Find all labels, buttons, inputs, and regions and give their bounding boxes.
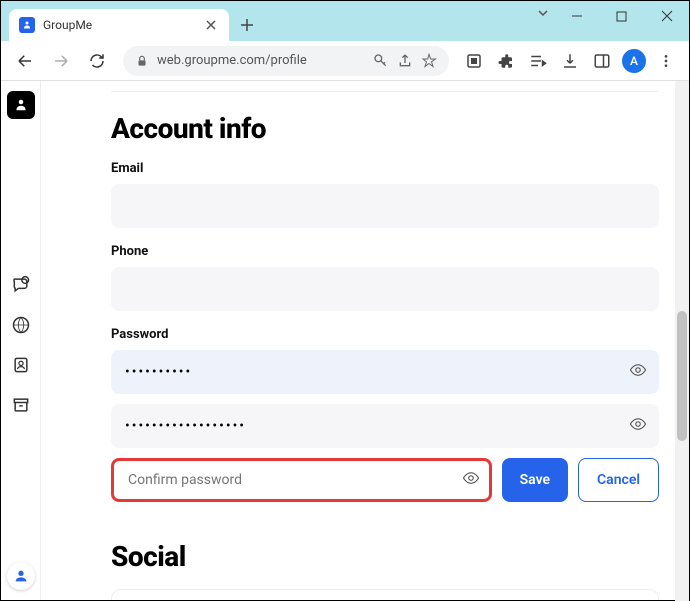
groupme-logo[interactable] [7, 91, 35, 119]
profile-avatar[interactable]: A [619, 46, 649, 76]
contacts-icon[interactable] [7, 351, 35, 379]
email-input[interactable] [111, 184, 659, 228]
maximize-button[interactable] [599, 1, 644, 31]
scrollbar[interactable] [675, 81, 689, 601]
social-heading: Social [111, 540, 659, 573]
discover-icon[interactable] [7, 311, 35, 339]
sidepanel-icon[interactable] [587, 46, 617, 76]
reload-button[interactable] [81, 45, 113, 77]
new-tab-button[interactable] [233, 11, 261, 39]
browser-tab[interactable]: GroupMe [9, 9, 229, 41]
email-label: Email [111, 161, 659, 176]
key-icon[interactable] [373, 53, 389, 69]
phone-input[interactable] [111, 267, 659, 311]
divider [111, 91, 659, 92]
main-content: Account info Email Phone Password Save C… [41, 81, 689, 600]
app-sidebar [1, 81, 41, 600]
save-button[interactable]: Save [502, 458, 568, 502]
close-window-button[interactable] [644, 1, 689, 31]
eye-icon[interactable] [462, 469, 480, 491]
back-button[interactable] [9, 45, 41, 77]
tab-search-button[interactable] [537, 7, 549, 22]
url-text: web.groupme.com/profile [157, 53, 365, 68]
menu-button[interactable] [651, 46, 681, 76]
share-icon[interactable] [397, 53, 413, 69]
confirm-password-input[interactable] [111, 458, 492, 502]
current-password-input[interactable] [111, 350, 659, 394]
facebook-row: Facebook Connect [111, 589, 659, 600]
lock-icon [135, 54, 149, 68]
cancel-button[interactable]: Cancel [578, 458, 659, 502]
tab-title: GroupMe [43, 18, 195, 32]
new-password-input[interactable] [111, 404, 659, 448]
account-info-heading: Account info [111, 112, 659, 145]
browser-toolbar: web.groupme.com/profile A [1, 41, 689, 81]
address-bar[interactable]: web.groupme.com/profile [123, 46, 449, 76]
playlist-icon[interactable] [523, 46, 553, 76]
extensions-puzzle-icon[interactable] [491, 46, 521, 76]
window-controls [554, 1, 689, 31]
phone-label: Phone [111, 244, 659, 259]
download-icon[interactable] [555, 46, 585, 76]
eye-icon[interactable] [629, 415, 647, 437]
forward-button[interactable] [45, 45, 77, 77]
eye-icon[interactable] [629, 361, 647, 383]
password-label: Password [111, 327, 659, 342]
archive-icon[interactable] [7, 391, 35, 419]
scroll-thumb[interactable] [677, 311, 687, 441]
groupme-favicon [19, 17, 35, 33]
window-titlebar: GroupMe [1, 1, 689, 41]
extension-icon[interactable] [459, 46, 489, 76]
bookmark-star-icon[interactable] [421, 53, 437, 69]
tab-close-button[interactable] [203, 17, 219, 33]
minimize-button[interactable] [554, 1, 599, 31]
user-profile-icon[interactable] [7, 562, 35, 590]
chats-icon[interactable] [7, 271, 35, 299]
